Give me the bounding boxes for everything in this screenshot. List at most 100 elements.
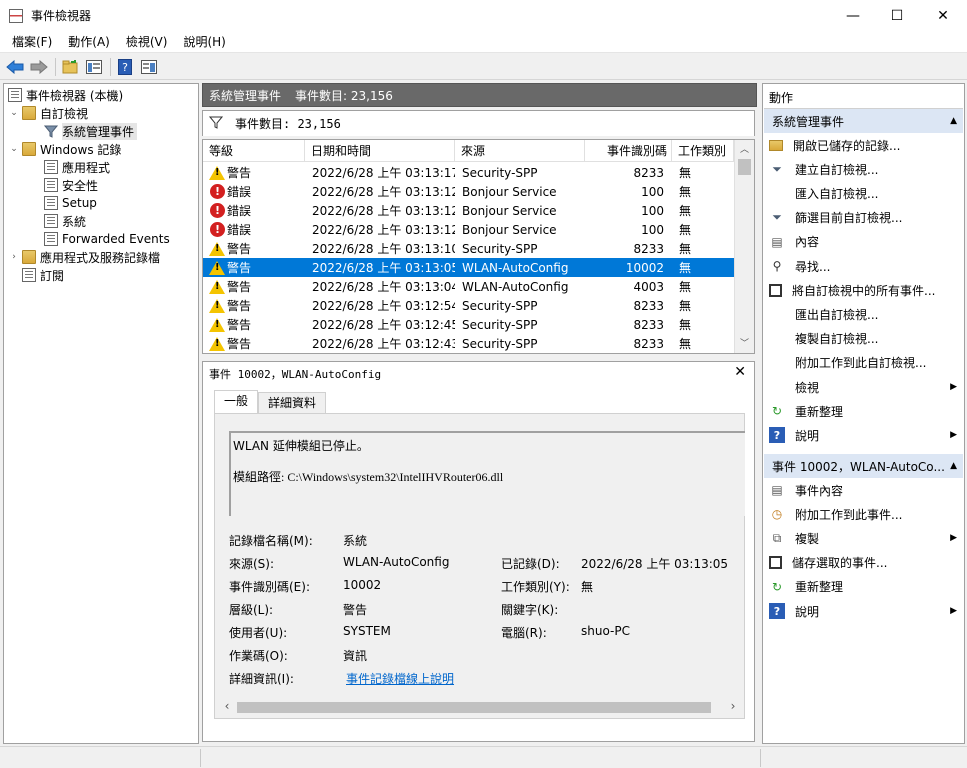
warning-icon (209, 336, 225, 351)
table-row[interactable]: 警告 2022/6/28 上午 03:13:10 Security-SPP 8233 無 (203, 239, 734, 258)
action-label: 內容 (795, 235, 820, 250)
actions-section-admin-events[interactable]: 系統管理事件 ▲ (764, 109, 963, 133)
filter-icon: ⏷ (772, 161, 782, 176)
table-row[interactable]: 警告 2022/6/28 上午 03:13:17 Security-SPP 8233 無 (203, 163, 734, 182)
vertical-scrollbar[interactable]: ︿ ﹀ (734, 140, 754, 353)
cell-task: 無 (679, 242, 692, 256)
action-b-4[interactable]: ↻ 重新整理 (769, 576, 961, 598)
close-button[interactable]: ✕ (920, 0, 966, 31)
menu-action[interactable]: 動作(A) (60, 33, 118, 50)
menu-bar: 檔案(F) 動作(A) 檢視(V) 說明(H) (0, 31, 967, 53)
table-row[interactable]: 警告 2022/6/28 上午 03:12:43 Security-SPP 8233 無 (203, 334, 734, 353)
log-name-label: 記錄檔名稱(M): (229, 534, 313, 548)
action-b-1[interactable]: ◷ 附加工作到此事件... (769, 503, 961, 525)
cell-datetime: 2022/6/28 上午 03:12:43 (312, 337, 455, 351)
help-icon[interactable]: ? (114, 56, 136, 78)
tree-item-subscriptions[interactable]: 訂閱 (22, 266, 64, 284)
cell-datetime: 2022/6/28 上午 03:13:04 (312, 280, 455, 294)
action-a-10[interactable]: 檢視 ▶ (769, 376, 961, 398)
action-a-9[interactable]: 附加工作到此自訂檢視... (769, 352, 961, 374)
tab-details[interactable]: 詳細資料 (258, 392, 327, 414)
table-row[interactable]: ! 錯誤 2022/6/28 上午 03:13:12 Bonjour Service 1… (203, 182, 734, 201)
action-b-3[interactable]: 儲存選取的事件... (769, 552, 961, 574)
action-b-2[interactable]: ⧉ 複製 ▶ (769, 527, 961, 549)
actions-section-event[interactable]: 事件 10002，WLAN-AutoCo... ▲ (764, 454, 963, 478)
tree-item-setup[interactable]: Setup (44, 194, 97, 212)
collapsed-chevron-icon[interactable]: › (8, 252, 20, 262)
column-header-datetime[interactable]: 日期和時間 (305, 140, 455, 162)
more-info-link[interactable]: 事件記錄檔線上說明 (346, 670, 454, 687)
actions-pane: 動作 系統管理事件 ▲ 開啟已儲存的記錄... ⏷ 建立自訂檢視... 匯入自訂檢視.… (762, 83, 965, 744)
scrollbar-thumb[interactable] (237, 702, 711, 713)
tree-item-apps-services[interactable]: › 應用程式及服務記錄檔 (8, 248, 160, 266)
tree-item-windows-logs[interactable]: ⌄ Windows 記錄 (8, 140, 121, 158)
table-row[interactable]: ! 錯誤 2022/6/28 上午 03:13:12 Bonjour Service 1… (203, 220, 734, 239)
tree-item-application[interactable]: 應用程式 (44, 158, 110, 176)
table-row[interactable]: 警告 2022/6/28 上午 03:13:05 WLAN-AutoConfig 10… (203, 258, 734, 277)
close-icon[interactable]: ✕ (734, 364, 746, 380)
action-label: 事件內容 (795, 483, 844, 498)
back-icon[interactable] (4, 56, 26, 78)
tree-item-root[interactable]: 事件檢視器 (本機) (8, 86, 123, 104)
task-label: 工作類別(Y): (501, 580, 570, 594)
action-a-8[interactable]: 複製自訂檢視... (769, 328, 961, 350)
show-hide-action-pane-icon[interactable] (138, 56, 160, 78)
scroll-down-icon[interactable]: ﹀ (735, 336, 754, 352)
cell-source: Bonjour Service (462, 203, 557, 218)
column-header-event-id[interactable]: 事件識別碼 (585, 140, 672, 162)
collapse-triangle-icon[interactable]: ▲ (950, 116, 957, 126)
action-a-6[interactable]: 將自訂檢視中的所有事件... (769, 279, 961, 301)
column-header-source[interactable]: 來源 (455, 140, 585, 162)
action-label: 建立自訂檢視... (795, 162, 879, 177)
column-header-level[interactable]: 等級 (203, 140, 305, 162)
event-description[interactable]: WLAN 延伸模組已停止。 模組路徑: C:\Windows\system32\… (229, 431, 745, 516)
scroll-left-icon[interactable]: ‹ (219, 699, 235, 716)
tree-label: 安全性 (62, 178, 99, 193)
cell-task: 無 (679, 280, 692, 294)
action-label: 儲存選取的事件... (792, 556, 888, 571)
tree-item-admin-events[interactable]: 系統管理事件 (43, 122, 138, 140)
menu-view[interactable]: 檢視(V) (118, 33, 176, 50)
cell-datetime: 2022/6/28 上午 03:13:12 (312, 223, 455, 237)
menu-file[interactable]: 檔案(F) (4, 33, 60, 50)
scroll-right-icon[interactable]: › (725, 699, 741, 716)
table-row[interactable]: 警告 2022/6/28 上午 03:13:04 WLAN-AutoConfig 40… (203, 277, 734, 296)
tab-general[interactable]: 一般 (214, 390, 259, 414)
action-a-12[interactable]: ? 說明 ▶ (769, 424, 961, 446)
scrollbar-thumb[interactable] (738, 159, 751, 175)
table-body: 警告 2022/6/28 上午 03:13:17 Security-SPP 8233 無… (203, 163, 734, 353)
expanded-chevron-icon[interactable]: ⌄ (8, 144, 20, 154)
open-folder-icon[interactable] (59, 56, 81, 78)
forward-icon[interactable] (28, 56, 50, 78)
table-row[interactable]: ! 錯誤 2022/6/28 上午 03:13:12 Bonjour Service 1… (203, 201, 734, 220)
expanded-chevron-icon[interactable]: ⌄ (8, 108, 20, 118)
minimize-button[interactable]: — (830, 0, 876, 31)
column-header-task[interactable]: 工作類別 (672, 140, 734, 162)
action-label: 匯入自訂檢視... (795, 186, 879, 201)
action-a-1[interactable]: ⏷ 建立自訂檢視... (769, 158, 961, 180)
table-row[interactable]: 警告 2022/6/28 上午 03:12:45 Security-SPP 8233 無 (203, 315, 734, 334)
maximize-button[interactable]: ☐ (874, 0, 920, 31)
tree-item-system[interactable]: 系統 (44, 212, 86, 230)
show-hide-tree-icon[interactable] (83, 56, 105, 78)
action-a-11[interactable]: ↻ 重新整理 (769, 400, 961, 422)
action-a-0[interactable]: 開啟已儲存的記錄... (769, 134, 961, 156)
level-text: 警告 (227, 299, 252, 313)
collapse-triangle-icon[interactable]: ▲ (950, 461, 957, 471)
horizontal-scrollbar[interactable]: ‹ › (219, 699, 741, 716)
table-row[interactable]: 警告 2022/6/28 上午 03:12:54 Security-SPP 8233 無 (203, 296, 734, 315)
action-b-0[interactable]: ▤ 事件內容 (769, 479, 961, 501)
tree-item-security[interactable]: 安全性 (44, 176, 98, 194)
action-b-5[interactable]: ? 說明 ▶ (769, 600, 961, 622)
tree-item-custom-views[interactable]: ⌄ 自訂檢視 (8, 104, 88, 122)
action-label: 附加工作到此事件... (795, 507, 903, 522)
action-a-5[interactable]: ⚲ 尋找... (769, 255, 961, 277)
scroll-up-icon[interactable]: ︿ (735, 142, 754, 158)
action-a-2[interactable]: 匯入自訂檢視... (769, 182, 961, 204)
tree-item-forwarded-events[interactable]: Forwarded Events (44, 230, 170, 248)
log-icon (44, 232, 58, 246)
action-a-7[interactable]: 匯出自訂檢視... (769, 303, 961, 325)
action-a-3[interactable]: ⏷ 篩選目前自訂檢視... (769, 207, 961, 229)
menu-help[interactable]: 說明(H) (175, 33, 233, 50)
action-a-4[interactable]: ▤ 內容 (769, 231, 961, 253)
